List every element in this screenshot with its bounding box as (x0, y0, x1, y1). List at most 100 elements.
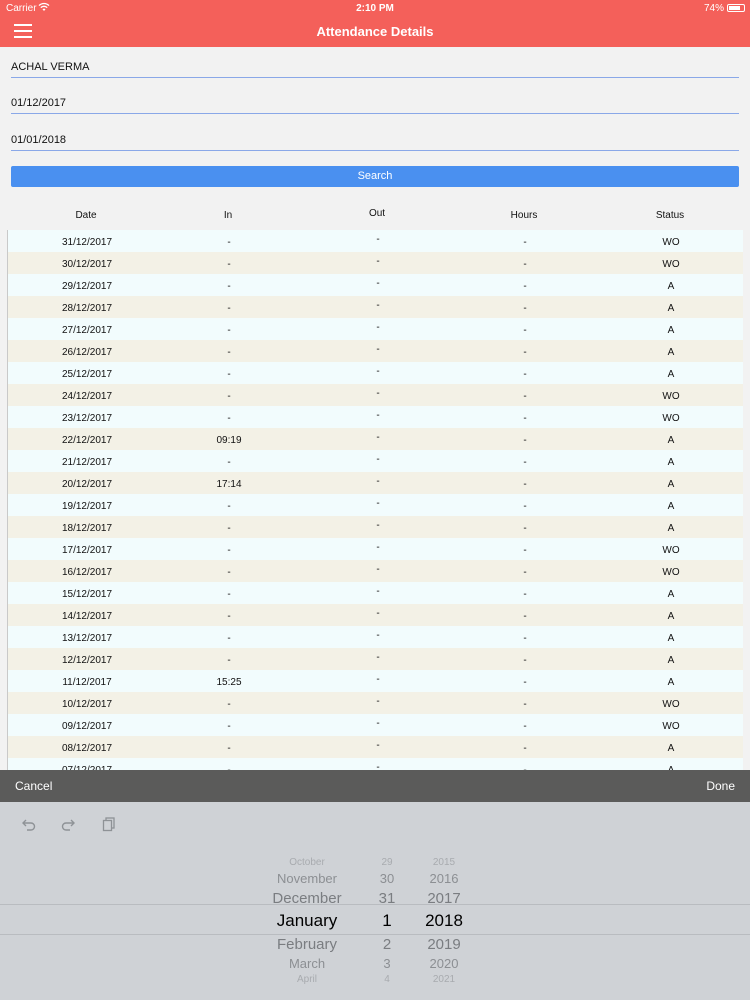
row-date: 28/12/2017 (61, 303, 113, 314)
table-row[interactable]: 31/12/2017 - - - WO (8, 230, 743, 252)
from-date-field[interactable]: 01/12/2017 (11, 84, 739, 114)
table-row[interactable]: 18/12/2017 - - - A (8, 516, 743, 538)
row-date: 20/12/2017 (61, 479, 113, 490)
table-row[interactable]: 14/12/2017 - - - A (8, 604, 743, 626)
row-hours: - (523, 743, 527, 754)
table-row[interactable]: 16/12/2017 - - - WO (8, 560, 743, 582)
row-out: - (376, 388, 380, 399)
row-status: A (667, 501, 675, 512)
header-hours: Hours (510, 210, 538, 221)
table-row[interactable]: 09/12/2017 - - - WO (8, 714, 743, 736)
day-option[interactable]: 3 (367, 956, 407, 971)
table-row[interactable]: 19/12/2017 - - - A (8, 494, 743, 516)
table-row[interactable]: 22/12/2017 09:19 - - A (8, 428, 743, 450)
row-status: A (667, 325, 675, 336)
row-date: 13/12/2017 (61, 633, 113, 644)
table-row[interactable]: 23/12/2017 - - - WO (8, 406, 743, 428)
row-out: - (376, 674, 380, 685)
table-row[interactable]: 24/12/2017 - - - WO (8, 384, 743, 406)
row-in: - (227, 545, 231, 556)
cancel-button[interactable]: Cancel (15, 779, 52, 793)
table-row[interactable]: 29/12/2017 - - - A (8, 274, 743, 296)
month-option[interactable]: October (252, 857, 362, 868)
header-date: Date (75, 210, 97, 221)
table-row[interactable]: 26/12/2017 - - - A (8, 340, 743, 362)
undo-icon[interactable] (21, 816, 37, 832)
table-row[interactable]: 17/12/2017 - - - WO (8, 538, 743, 560)
year-option-selected[interactable]: 2018 (414, 911, 474, 931)
table-row[interactable]: 28/12/2017 - - - A (8, 296, 743, 318)
table-row[interactable]: 11/12/2017 15:25 - - A (8, 670, 743, 692)
row-hours: - (523, 413, 527, 424)
clipboard-icon[interactable] (101, 816, 117, 832)
table-header: Date In Out Hours Status (7, 204, 743, 228)
row-out: - (376, 608, 380, 619)
row-status: A (667, 347, 675, 358)
row-date: 14/12/2017 (61, 611, 113, 622)
table-row[interactable]: 20/12/2017 17:14 - - A (8, 472, 743, 494)
row-in: - (227, 325, 231, 336)
employee-name-field[interactable]: ACHAL VERMA (11, 48, 739, 78)
done-button[interactable]: Done (706, 779, 735, 793)
clock: 2:10 PM (356, 3, 394, 14)
search-button[interactable]: Search (11, 166, 739, 187)
row-out: - (376, 278, 380, 289)
year-option[interactable]: 2015 (414, 857, 474, 868)
year-option[interactable]: 2020 (414, 956, 474, 971)
row-date: 27/12/2017 (61, 325, 113, 336)
day-option[interactable]: 4 (367, 974, 407, 985)
row-out: - (376, 256, 380, 267)
year-option[interactable]: 2016 (414, 871, 474, 886)
month-option[interactable]: March (252, 956, 362, 971)
table-row[interactable]: 12/12/2017 - - - A (8, 648, 743, 670)
year-option[interactable]: 2021 (414, 974, 474, 985)
row-hours: - (523, 325, 527, 336)
year-option[interactable]: 2019 (414, 936, 474, 953)
row-status: A (667, 611, 675, 622)
month-option[interactable]: February (252, 936, 362, 953)
redo-icon[interactable] (60, 816, 76, 832)
row-out: - (376, 234, 380, 245)
day-option[interactable]: 2 (367, 936, 407, 953)
row-in: 15:25 (216, 677, 242, 688)
attendance-table[interactable]: 31/12/2017 - - - WO 30/12/2017 - - - WO 29/12/2017… (7, 230, 743, 770)
row-hours: - (523, 347, 527, 358)
row-in: - (227, 369, 231, 380)
picker-selection-bottom-line (0, 934, 750, 935)
header-in: In (223, 210, 233, 221)
table-row[interactable]: 30/12/2017 - - - WO (8, 252, 743, 274)
table-row[interactable]: 13/12/2017 - - - A (8, 626, 743, 648)
row-in: - (227, 523, 231, 534)
table-row[interactable]: 10/12/2017 - - - WO (8, 692, 743, 714)
month-option-selected[interactable]: January (252, 911, 362, 931)
table-row[interactable]: 07/12/2017---A (8, 758, 743, 770)
row-in: - (227, 237, 231, 248)
picker-toolbar: Cancel Done (0, 770, 750, 802)
table-row[interactable]: 21/12/2017 - - - A (8, 450, 743, 472)
table-row[interactable]: 08/12/2017 - - - A (8, 736, 743, 758)
year-option[interactable]: 2017 (414, 890, 474, 907)
table-row[interactable]: 15/12/2017 - - - A (8, 582, 743, 604)
date-picker[interactable]: October November December January Februa… (0, 802, 750, 1000)
row-status: A (667, 589, 675, 600)
table-row[interactable]: 25/12/2017 - - - A (8, 362, 743, 384)
row-in: - (227, 567, 231, 578)
row-hours: - (523, 501, 527, 512)
day-option[interactable]: 30 (367, 871, 407, 886)
row-date: 26/12/2017 (61, 347, 113, 358)
table-row[interactable]: 27/12/2017 - - - A (8, 318, 743, 340)
month-option[interactable]: April (252, 974, 362, 985)
row-date: 31/12/2017 (61, 237, 113, 248)
to-date-field[interactable]: 01/01/2018 (11, 121, 739, 151)
row-in: - (227, 743, 231, 754)
row-hours: - (523, 435, 527, 446)
row-in: - (227, 391, 231, 402)
day-option[interactable]: 31 (367, 890, 407, 907)
day-option-selected[interactable]: 1 (367, 911, 407, 931)
row-date: 24/12/2017 (61, 391, 113, 402)
row-out: - (376, 718, 380, 729)
row-out: - (376, 300, 380, 311)
month-option[interactable]: December (252, 890, 362, 907)
month-option[interactable]: November (252, 871, 362, 886)
day-option[interactable]: 29 (367, 857, 407, 868)
